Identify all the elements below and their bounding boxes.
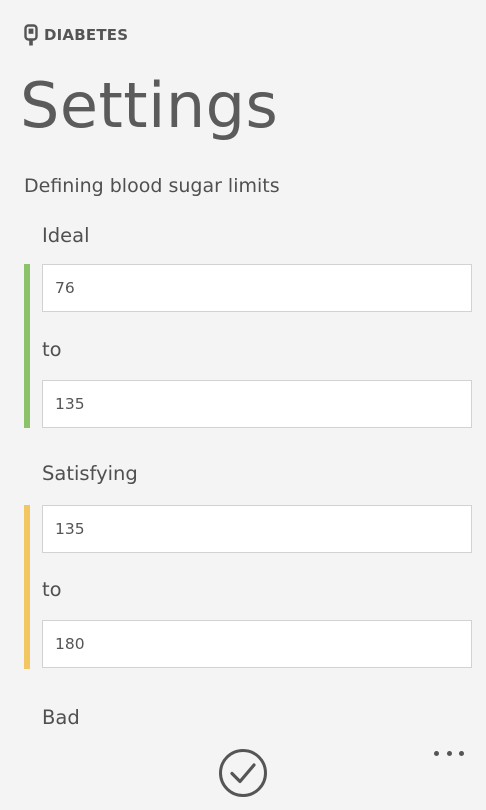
satisfying-from-input[interactable]: [42, 505, 472, 553]
ideal-to-input[interactable]: [42, 380, 472, 428]
ideal-range-color-bar: [24, 264, 30, 428]
page-title: Settings: [20, 69, 279, 142]
satisfying-range-color-bar: [24, 505, 30, 669]
ideal-from-input[interactable]: [42, 264, 472, 312]
ellipsis-dot: [434, 750, 439, 756]
satisfying-to-label: to: [42, 578, 62, 601]
check-circle-icon[interactable]: [218, 748, 268, 798]
app-name: DIABETES: [44, 26, 129, 44]
ellipsis-dot: [446, 750, 452, 756]
ellipsis-icon[interactable]: [434, 746, 464, 760]
ideal-to-label: to: [42, 338, 62, 361]
satisfying-range-label: Satisfying: [42, 462, 138, 485]
bad-range-label: Bad: [42, 706, 80, 729]
page-subtitle: Defining blood sugar limits: [24, 175, 280, 197]
app-bar: [0, 738, 486, 810]
app-header: DIABETES: [24, 23, 128, 47]
ellipsis-dot: [459, 750, 464, 756]
ideal-range-label: Ideal: [42, 224, 90, 247]
satisfying-to-input[interactable]: [42, 620, 472, 668]
glucose-meter-icon: [24, 24, 38, 46]
